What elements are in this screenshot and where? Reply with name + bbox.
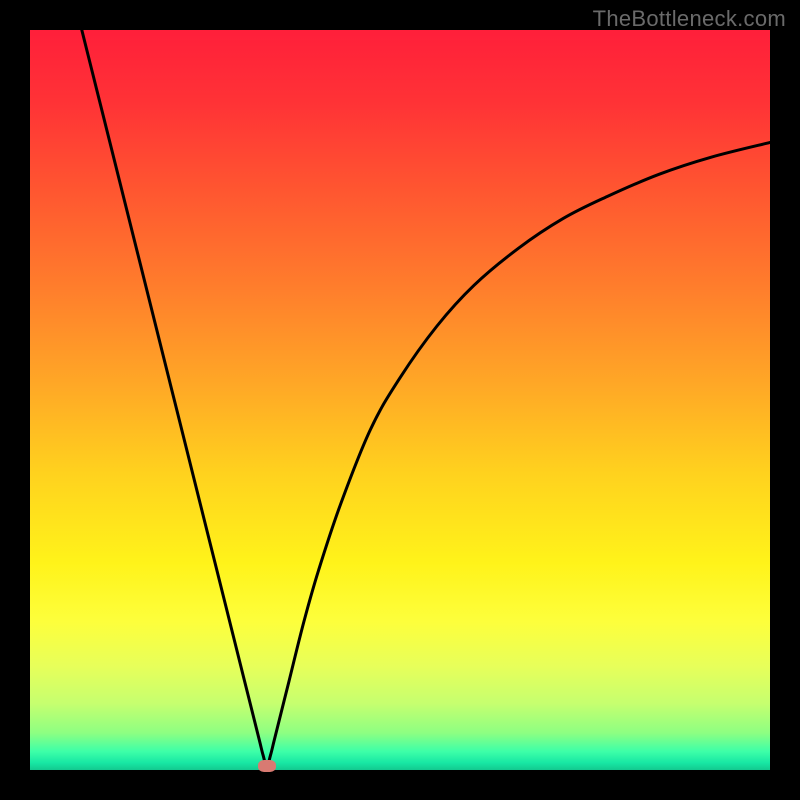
optimal-point-marker bbox=[258, 760, 276, 772]
plot-area bbox=[30, 30, 770, 770]
chart-stage: TheBottleneck.com bbox=[0, 0, 800, 800]
bottleneck-curve bbox=[30, 30, 770, 770]
attribution-label: TheBottleneck.com bbox=[593, 6, 786, 32]
